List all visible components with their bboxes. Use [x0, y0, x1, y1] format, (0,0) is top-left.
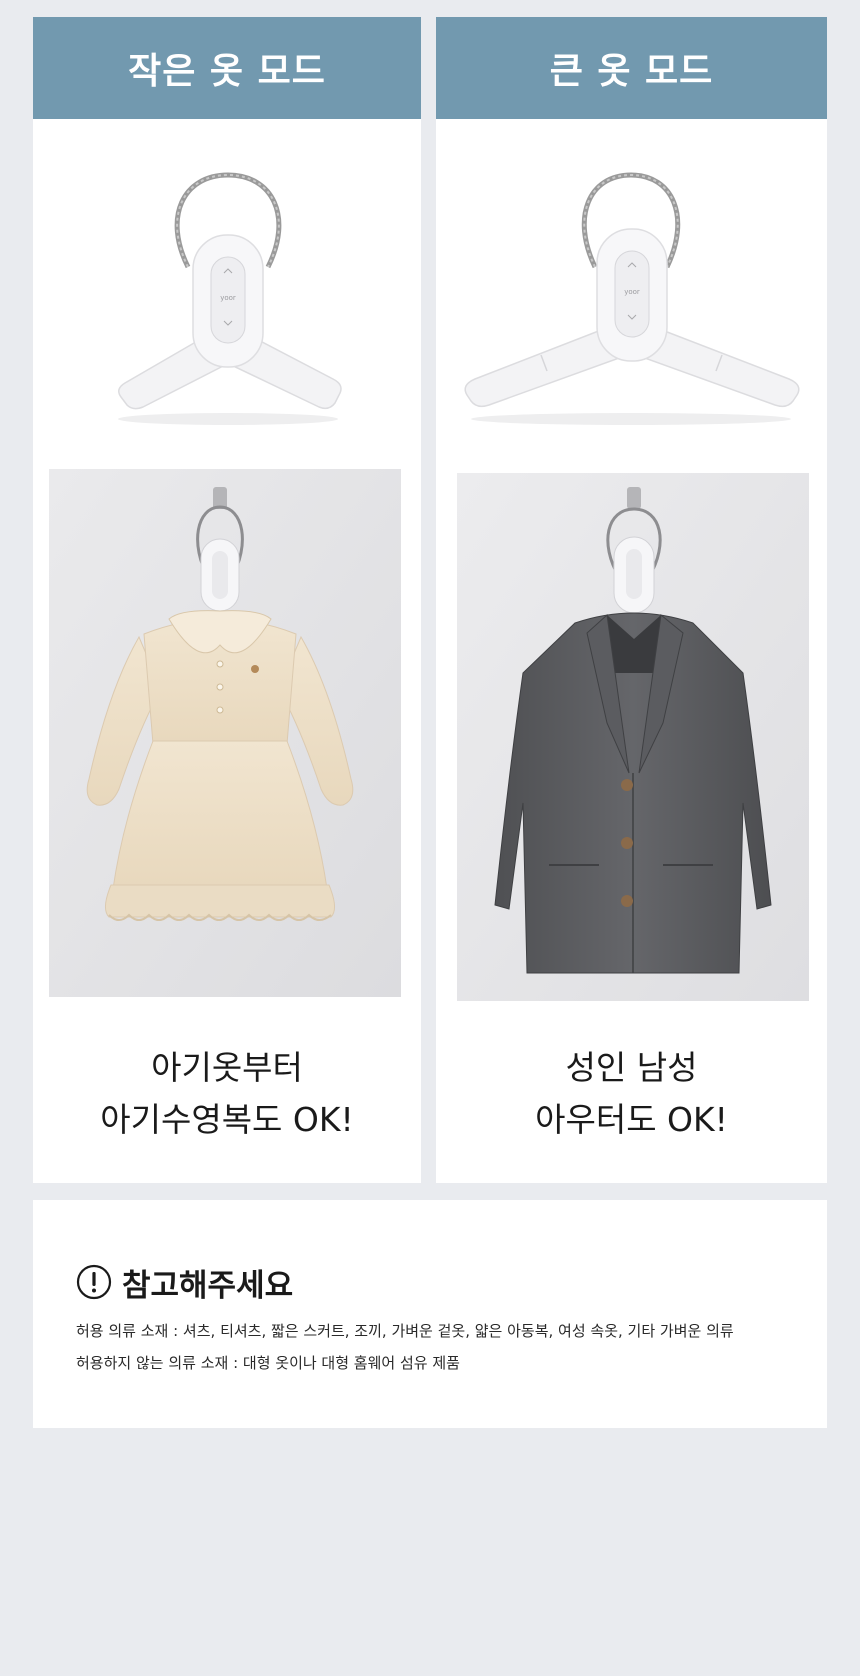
- baby-dress-photo: [49, 469, 401, 997]
- caption-line: 성인 남성: [565, 1048, 698, 1087]
- small-clothes-mode-card: 작은 옷 모드 yoor 아기옷부터 아기수영복도 OK!: [33, 17, 421, 1183]
- notice-title: 참고해주세요: [122, 1267, 294, 1304]
- caption-line: 아기수영복도 OK!: [100, 1100, 354, 1139]
- large-clothes-mode-card: 큰 옷 모드 yoor 성인 남성 아우터도 OK!: [436, 17, 827, 1183]
- not-allowed-materials-text: 허용하지 않는 의류 소재 : 대형 옷이나 대형 홈웨어 섬유 제품: [76, 1354, 460, 1372]
- caption-line: 아기옷부터: [151, 1048, 303, 1087]
- hanger-large-mode-image: yoor: [449, 157, 814, 447]
- notice-heading: 참고해주세요: [76, 1262, 294, 1304]
- men-coat-photo: [457, 473, 809, 1001]
- large-mode-caption: 성인 남성 아우터도 OK!: [436, 1042, 827, 1146]
- allowed-materials-text: 허용 의류 소재 : 셔츠, 티셔츠, 짧은 스커트, 조끼, 가벼운 겉옷, …: [76, 1322, 734, 1340]
- card-header: 큰 옷 모드: [436, 17, 827, 119]
- hanger-small-mode-image: yoor: [83, 157, 373, 447]
- small-mode-caption: 아기옷부터 아기수영복도 OK!: [33, 1042, 421, 1146]
- card-header: 작은 옷 모드: [33, 17, 421, 119]
- svg-text:yoor: yoor: [220, 294, 236, 302]
- exclamation-circle-icon: [76, 1264, 112, 1300]
- notice-box: 참고해주세요 허용 의류 소재 : 셔츠, 티셔츠, 짧은 스커트, 조끼, 가…: [33, 1200, 827, 1428]
- svg-text:yoor: yoor: [624, 288, 640, 296]
- caption-line: 아우터도 OK!: [535, 1100, 728, 1139]
